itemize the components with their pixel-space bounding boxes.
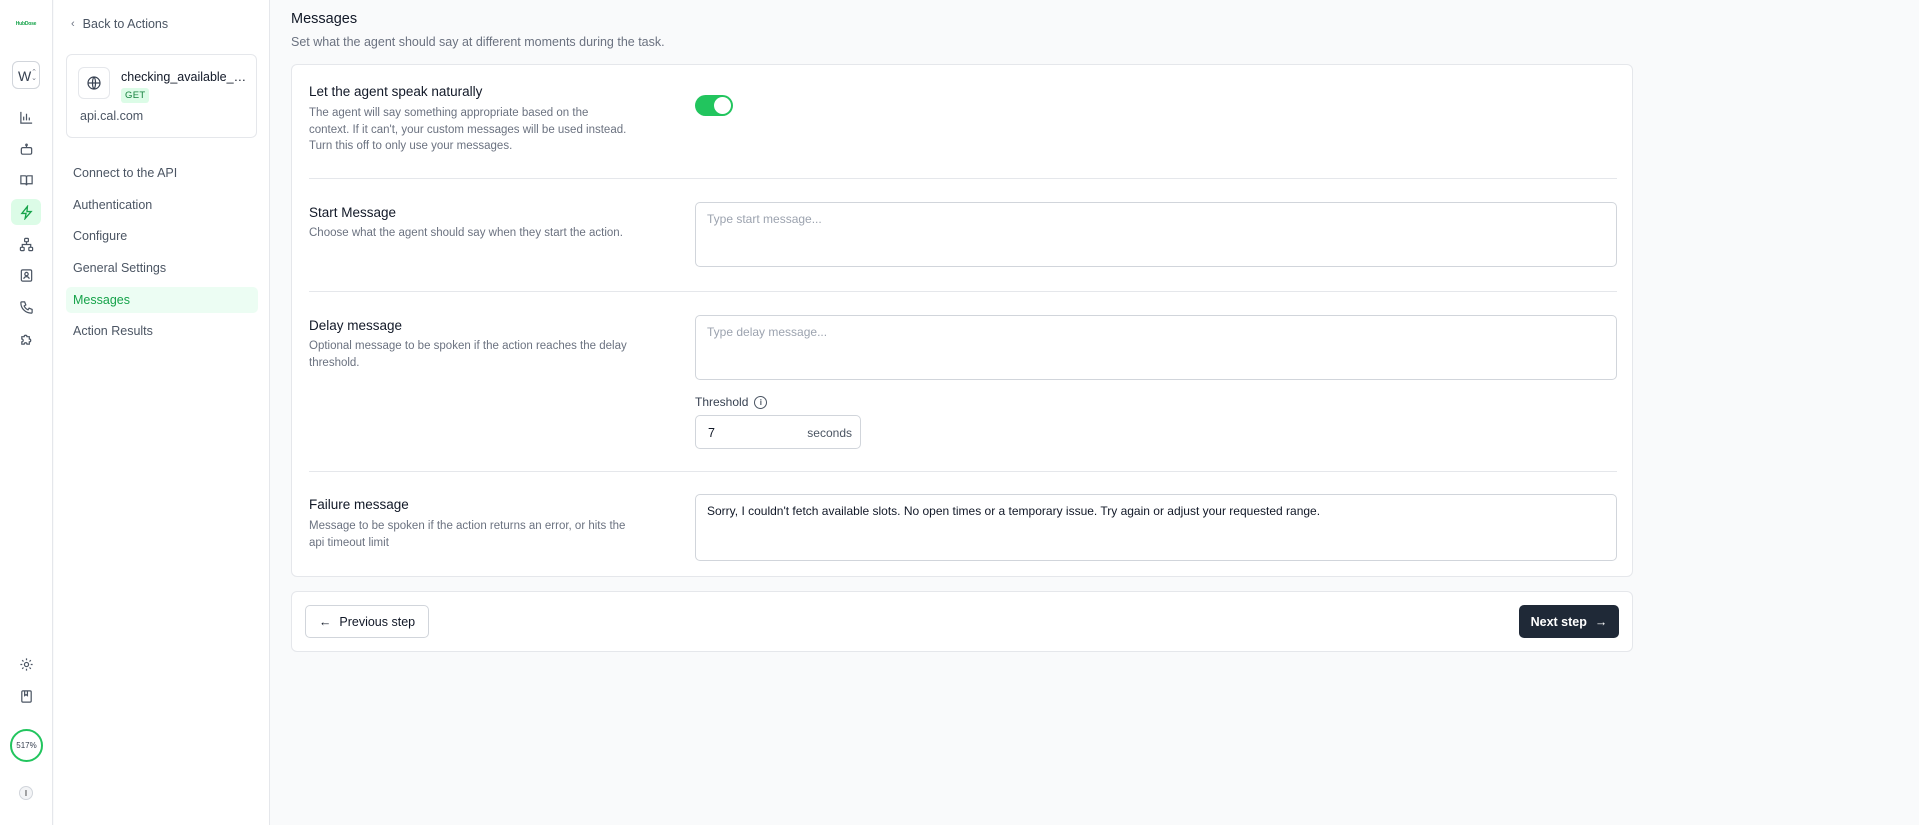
action-summary-card: checking_available_slots GET api.cal.com (66, 54, 257, 138)
previous-step-button[interactable]: ← Previous step (305, 605, 429, 638)
docs-nav-button[interactable] (11, 683, 41, 709)
knowledge-nav-button[interactable] (11, 167, 41, 193)
notebook-icon (20, 689, 32, 703)
usage-indicator[interactable]: 517% (10, 729, 43, 762)
lightning-icon (19, 204, 33, 220)
app-logo[interactable]: HubDose (10, 21, 42, 27)
robot-icon (20, 142, 32, 155)
app-rail: HubDose W ⌃ ⌄ 517% I (0, 0, 53, 825)
action-name: checking_available_slots (121, 70, 249, 84)
threshold-input[interactable]: 7 seconds (695, 415, 861, 449)
org-chart-icon (19, 237, 33, 251)
workspace-letter: W (18, 68, 32, 84)
flows-nav-button[interactable] (11, 231, 41, 257)
phone-icon (19, 300, 33, 314)
nav-action-results[interactable]: Action Results (66, 318, 258, 344)
book-icon (19, 174, 33, 185)
step-navigation-bar: ← Previous step Next step → (291, 591, 1633, 652)
contacts-nav-button[interactable] (11, 262, 41, 288)
delay-message-input[interactable]: Type delay message... (695, 315, 1617, 380)
page-subtitle: Set what the agent should say at differe… (291, 35, 665, 49)
gear-icon (19, 657, 33, 671)
nav-messages[interactable]: Messages (66, 286, 258, 313)
start-message-description: Choose what the agent should say when th… (309, 227, 623, 239)
section-divider (309, 471, 1617, 472)
delay-message-title: Delay message (309, 318, 403, 333)
delay-message-description: Optional message to be spoken if the act… (309, 340, 627, 369)
user-avatar[interactable]: I (19, 786, 33, 800)
action-sidebar: ‹ Back to Actions checking_available_slo… (54, 0, 270, 825)
actions-nav-button[interactable] (11, 199, 41, 225)
threshold-unit: seconds (807, 426, 852, 440)
section-divider (309, 291, 1617, 292)
info-icon[interactable]: i (754, 395, 768, 409)
next-step-label: Next step (1530, 614, 1587, 629)
chevron-up-down-icon: ⌃ ⌄ (31, 69, 37, 82)
nav-authentication[interactable]: Authentication (66, 192, 258, 218)
contact-card-icon (20, 268, 32, 282)
workspace-switcher[interactable]: W ⌃ ⌄ (12, 61, 40, 89)
chevron-left-icon: ‹ (71, 18, 75, 30)
failure-message-title: Failure message (309, 497, 409, 512)
arrow-right-icon: → (1594, 614, 1608, 629)
analytics-nav-button[interactable] (11, 104, 41, 130)
failure-message-description: Message to be spoken if the action retur… (309, 520, 626, 549)
previous-step-label: Previous step (339, 614, 416, 629)
integrations-nav-button[interactable] (11, 326, 41, 352)
speak-naturally-description: The agent will say something appropriate… (309, 107, 627, 152)
page-title: Messages (291, 11, 358, 27)
settings-nav-button[interactable] (11, 651, 41, 677)
next-step-button[interactable]: Next step → (1519, 605, 1619, 638)
back-to-actions-link[interactable]: ‹ Back to Actions (71, 17, 168, 31)
agents-nav-button[interactable] (11, 136, 41, 162)
threshold-label-text: Threshold (695, 395, 749, 409)
calls-nav-button[interactable] (11, 294, 41, 320)
action-steps-nav: Connect to the API Authentication Config… (66, 160, 258, 350)
bar-chart-icon (19, 111, 32, 124)
http-method-badge: GET (121, 88, 150, 103)
nav-connect-api[interactable]: Connect to the API (66, 160, 258, 186)
speak-naturally-toggle[interactable] (695, 95, 733, 116)
threshold-value: 7 (708, 426, 715, 440)
globe-icon (78, 67, 110, 99)
arrow-left-icon: ← (318, 614, 332, 629)
toggle-knob (714, 97, 731, 114)
start-message-title: Start Message (309, 205, 397, 220)
failure-message-input[interactable]: Sorry, I couldn't fetch available slots.… (695, 494, 1617, 561)
nav-configure[interactable]: Configure (66, 223, 258, 249)
section-divider (309, 178, 1617, 179)
start-message-input[interactable]: Type start message... (695, 202, 1617, 267)
action-host: api.cal.com (80, 109, 144, 123)
back-link-label: Back to Actions (82, 17, 169, 31)
nav-general-settings[interactable]: General Settings (66, 255, 258, 281)
puzzle-icon (20, 334, 31, 345)
speak-naturally-title: Let the agent speak naturally (309, 84, 483, 99)
threshold-label: Threshold i (695, 395, 768, 409)
messages-card: Let the agent speak naturally The agent … (291, 64, 1633, 577)
